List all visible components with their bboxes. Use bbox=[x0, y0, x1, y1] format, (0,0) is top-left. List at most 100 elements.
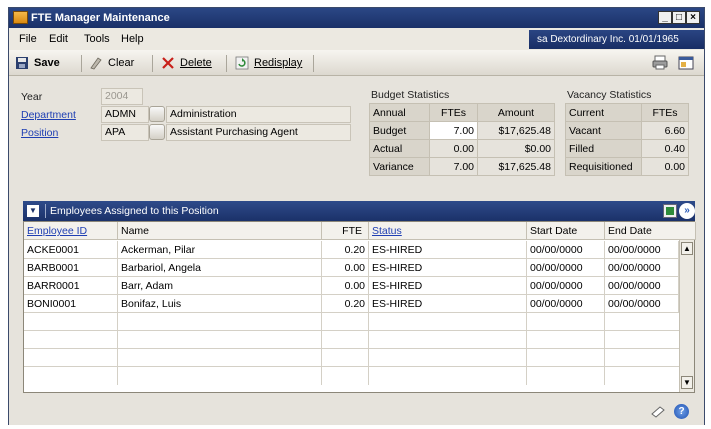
delete-button[interactable]: Delete bbox=[161, 56, 212, 70]
employees-grid-title: Employees Assigned to this Position bbox=[50, 205, 219, 217]
requisitioned-label: Requisitioned bbox=[565, 157, 642, 176]
position-link[interactable]: Position bbox=[21, 127, 58, 139]
employee-id-cell[interactable]: BARB0001 bbox=[24, 259, 118, 277]
empty-table-row[interactable] bbox=[24, 349, 679, 367]
position-code-field[interactable]: APA bbox=[101, 124, 149, 141]
end-date-cell: 00/00/0000 bbox=[605, 259, 679, 277]
help-icon[interactable]: ? bbox=[674, 404, 689, 419]
status-bar: ? bbox=[9, 400, 704, 425]
toolbar-separator bbox=[152, 55, 153, 72]
minimize-button[interactable]: _ bbox=[658, 11, 672, 24]
start-date-cell: 00/00/0000 bbox=[527, 295, 605, 313]
column-name: Name bbox=[118, 222, 322, 240]
note-icon[interactable] bbox=[650, 405, 666, 422]
vacancy-header-current: Current bbox=[565, 103, 642, 122]
budget-row-label: Budget bbox=[369, 121, 430, 140]
column-employee-id[interactable]: Employee ID bbox=[24, 222, 118, 240]
budget-header-annual: Annual bbox=[369, 103, 430, 122]
end-date-cell: 00/00/0000 bbox=[605, 295, 679, 313]
employee-id-cell[interactable]: BARR0001 bbox=[24, 277, 118, 295]
clear-label: Clear bbox=[108, 57, 135, 69]
name-cell: Barr, Adam bbox=[118, 277, 322, 295]
employee-id-cell[interactable]: BONI0001 bbox=[24, 295, 118, 313]
collapse-dropdown-icon[interactable]: ▼ bbox=[27, 205, 39, 217]
start-date-cell: 00/00/0000 bbox=[527, 259, 605, 277]
table-row[interactable]: BARR0001 Barr, Adam 0.00 ES-HIRED 00/00/… bbox=[24, 277, 679, 295]
budget-ftes-input[interactable]: 7.00 bbox=[429, 121, 478, 140]
redisplay-button[interactable]: Redisplay bbox=[235, 56, 302, 70]
vacancy-statistics-table: Current FTEs Vacant 6.60 Filled 0.40 Req… bbox=[565, 103, 689, 176]
menu-bar: File Edit Tools Help sa Dextordinary Inc… bbox=[9, 28, 704, 50]
empty-table-row[interactable] bbox=[24, 313, 679, 331]
end-date-cell: 00/00/0000 bbox=[605, 277, 679, 295]
fte-cell: 0.20 bbox=[322, 295, 369, 313]
employees-grid-title-bar: ▼ Employees Assigned to this Position » bbox=[23, 201, 695, 221]
menu-tools[interactable]: Tools bbox=[84, 33, 110, 45]
department-code-field[interactable]: ADMN bbox=[101, 106, 149, 123]
scroll-down-arrow-icon[interactable]: ▼ bbox=[681, 376, 693, 389]
end-date-cell: 00/00/0000 bbox=[605, 241, 679, 259]
column-status[interactable]: Status bbox=[369, 222, 527, 240]
start-date-cell: 00/00/0000 bbox=[527, 241, 605, 259]
vacant-label: Vacant bbox=[565, 121, 642, 140]
employees-grid: Employee ID Name FTE Status Start Date E… bbox=[23, 221, 696, 393]
close-button[interactable]: × bbox=[686, 11, 700, 24]
column-start-date: Start Date bbox=[527, 222, 605, 240]
title-separator bbox=[45, 204, 46, 218]
redisplay-label: Redisplay bbox=[254, 57, 303, 69]
toolbar-separator bbox=[226, 55, 227, 72]
budget-statistics-table: Annual FTEs Amount Budget 7.00 $17,625.4… bbox=[369, 103, 555, 176]
budget-header-ftes: FTEs bbox=[429, 103, 478, 122]
status-cell: ES-HIRED bbox=[369, 295, 527, 313]
print-icon[interactable] bbox=[652, 55, 668, 73]
column-end-date: End Date bbox=[605, 222, 696, 240]
column-fte: FTE bbox=[322, 222, 369, 240]
user-company-date-info: sa Dextordinary Inc. 01/01/1965 bbox=[529, 30, 704, 49]
grid-vertical-scrollbar[interactable]: ▲ ▼ bbox=[679, 240, 694, 392]
department-link[interactable]: Department bbox=[21, 109, 76, 121]
expand-chevron-icon[interactable]: » bbox=[679, 203, 695, 219]
budget-amount: $17,625.48 bbox=[477, 121, 555, 140]
vacancy-header-ftes: FTEs bbox=[641, 103, 689, 122]
year-field[interactable]: 2004 bbox=[101, 88, 143, 105]
budget-header-amount: Amount bbox=[477, 103, 555, 122]
app-icon bbox=[13, 11, 28, 24]
toolbar-separator bbox=[81, 55, 82, 72]
save-label: Save bbox=[34, 57, 60, 69]
status-cell: ES-HIRED bbox=[369, 259, 527, 277]
delete-label: Delete bbox=[180, 57, 212, 69]
floppy-disk-icon bbox=[15, 56, 29, 70]
window-title: FTE Manager Maintenance bbox=[31, 12, 170, 24]
save-button[interactable]: Save bbox=[15, 56, 60, 70]
fte-cell: 0.20 bbox=[322, 241, 369, 259]
menu-file[interactable]: File bbox=[19, 33, 37, 45]
empty-table-row[interactable] bbox=[24, 367, 679, 385]
fte-cell: 0.00 bbox=[322, 277, 369, 295]
variance-ftes: 7.00 bbox=[429, 157, 478, 176]
grid-options-icon[interactable] bbox=[663, 204, 677, 218]
employee-id-cell[interactable]: ACKE0001 bbox=[24, 241, 118, 259]
table-row[interactable]: ACKE0001 Ackerman, Pilar 0.20 ES-HIRED 0… bbox=[24, 241, 679, 259]
actual-amount: $0.00 bbox=[477, 139, 555, 158]
table-row[interactable]: BARB0001 Barbariol, Angela 0.00 ES-HIRED… bbox=[24, 259, 679, 277]
actual-ftes: 0.00 bbox=[429, 139, 478, 158]
vacancy-statistics-title: Vacancy Statistics bbox=[567, 89, 652, 101]
title-bar: FTE Manager Maintenance _ □ × bbox=[9, 8, 704, 28]
position-lookup-button[interactable] bbox=[149, 124, 165, 140]
actual-row-label: Actual bbox=[369, 139, 430, 158]
eraser-icon bbox=[89, 56, 103, 70]
menu-edit[interactable]: Edit bbox=[49, 33, 68, 45]
department-lookup-button[interactable] bbox=[149, 106, 165, 122]
position-name-field: Assistant Purchasing Agent bbox=[166, 124, 351, 141]
scroll-up-arrow-icon[interactable]: ▲ bbox=[681, 242, 693, 255]
window-layout-icon[interactable] bbox=[678, 56, 694, 73]
toolbar-separator bbox=[313, 55, 314, 72]
empty-table-row[interactable] bbox=[24, 331, 679, 349]
maximize-button[interactable]: □ bbox=[672, 11, 686, 24]
variance-row-label: Variance bbox=[369, 157, 430, 176]
start-date-cell: 00/00/0000 bbox=[527, 277, 605, 295]
menu-help[interactable]: Help bbox=[121, 33, 144, 45]
budget-statistics-title: Budget Statistics bbox=[371, 89, 450, 101]
table-row[interactable]: BONI0001 Bonifaz, Luis 0.20 ES-HIRED 00/… bbox=[24, 295, 679, 313]
clear-button[interactable]: Clear bbox=[89, 56, 134, 70]
